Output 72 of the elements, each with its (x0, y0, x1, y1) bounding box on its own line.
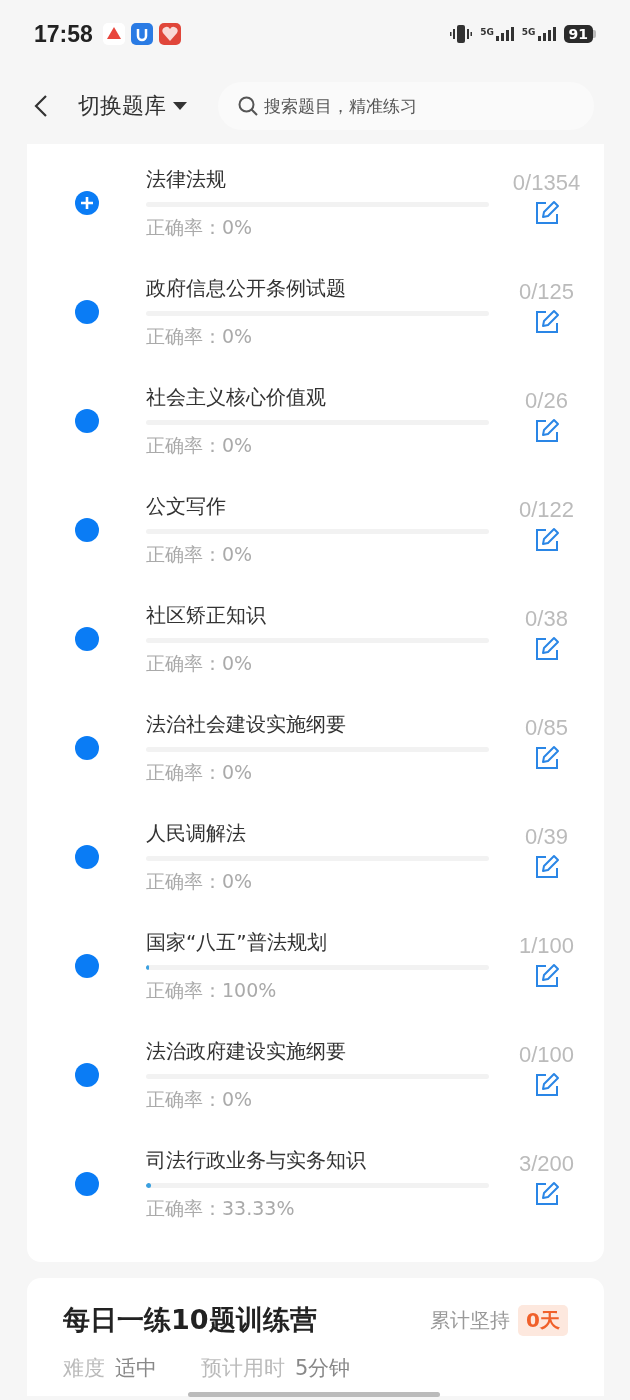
edit-icon (533, 854, 560, 880)
edit-icon (533, 418, 560, 444)
category-title[interactable]: 法治社会建设实施纲要 (146, 711, 489, 737)
category-title[interactable]: 法治政府建设实施纲要 (146, 1038, 489, 1064)
practice-button[interactable] (533, 745, 560, 771)
time-value: 5分钟 (295, 1355, 351, 1382)
practice-button[interactable] (533, 309, 560, 335)
streak-badge: 0天 (518, 1304, 568, 1336)
practice-button[interactable] (533, 854, 560, 880)
category-title[interactable]: 社会主义核心价值观 (146, 384, 489, 410)
battery-level: 91 (563, 25, 593, 43)
caret-icon (172, 101, 188, 111)
back-icon (34, 94, 48, 118)
edit-icon (533, 636, 560, 662)
practice-button[interactable] (533, 527, 560, 553)
vibrate-icon (450, 24, 473, 44)
signal-icon (537, 27, 556, 41)
edit-icon (533, 1072, 560, 1098)
edit-icon (533, 963, 560, 989)
switch-bank-button[interactable]: 切换题库 (78, 91, 188, 121)
question-count: 3/200 (518, 1151, 575, 1177)
camp-title: 每日一练10题训练营 (63, 1303, 317, 1337)
practice-button[interactable] (533, 418, 560, 444)
question-count: 0/1354 (512, 170, 581, 196)
network-type: 5G (480, 27, 494, 37)
question-count: 0/26 (525, 388, 568, 414)
accuracy-text: 正确率：0% (146, 760, 254, 785)
category-title[interactable]: 法律法规 (146, 166, 489, 192)
accuracy-text: 正确率：0% (146, 542, 254, 567)
category-title[interactable]: 人民调解法 (146, 820, 489, 846)
question-count: 0/125 (518, 279, 575, 305)
accuracy-text: 正确率：33.33% (146, 1196, 296, 1221)
accuracy-text: 正确率：100% (146, 978, 278, 1003)
edit-icon (533, 1181, 560, 1207)
accuracy-text: 正确率：0% (146, 1087, 254, 1112)
practice-button[interactable] (533, 1181, 560, 1207)
difficulty-label: 难度 (63, 1355, 105, 1382)
practice-button[interactable] (533, 636, 560, 662)
question-count: 1/100 (518, 933, 575, 959)
accuracy-text: 正确率：0% (146, 433, 254, 458)
question-count: 0/39 (525, 824, 568, 850)
category-title[interactable]: 司法行政业务与实务知识 (146, 1147, 489, 1173)
practice-button[interactable] (533, 200, 560, 226)
edit-icon (533, 200, 560, 226)
accuracy-text: 正确率：0% (146, 651, 254, 676)
time-label: 预计用时 (201, 1355, 285, 1382)
search-icon (238, 96, 258, 116)
streak-label: 累计坚持 (430, 1306, 511, 1334)
category-title[interactable]: 公文写作 (146, 493, 489, 519)
category-title[interactable]: 政府信息公开条例试题 (146, 275, 489, 301)
status-time: 17:58 (34, 20, 93, 48)
app-icon (130, 23, 153, 45)
question-count: 0/100 (518, 1042, 575, 1068)
question-count: 0/85 (525, 715, 568, 741)
app-icon (158, 23, 181, 45)
accuracy-text: 正确率：0% (146, 215, 254, 240)
edit-icon (533, 309, 560, 335)
edit-icon (533, 745, 560, 771)
question-count: 0/122 (518, 497, 575, 523)
search-field[interactable]: 搜索题目，精准练习 (218, 82, 594, 130)
category-title[interactable]: 国家“八五”普法规划 (146, 929, 489, 955)
signal-icon (495, 27, 514, 41)
app-icon (102, 23, 125, 45)
network-type: 5G (521, 27, 536, 37)
practice-button[interactable] (533, 1072, 560, 1098)
practice-button[interactable] (533, 963, 560, 989)
difficulty-value: 适中 (115, 1355, 157, 1382)
accuracy-text: 正确率：0% (146, 869, 254, 894)
category-title[interactable]: 社区矫正知识 (146, 602, 489, 628)
question-count: 0/38 (525, 606, 568, 632)
edit-icon (533, 527, 560, 553)
accuracy-text: 正确率：0% (146, 324, 254, 349)
